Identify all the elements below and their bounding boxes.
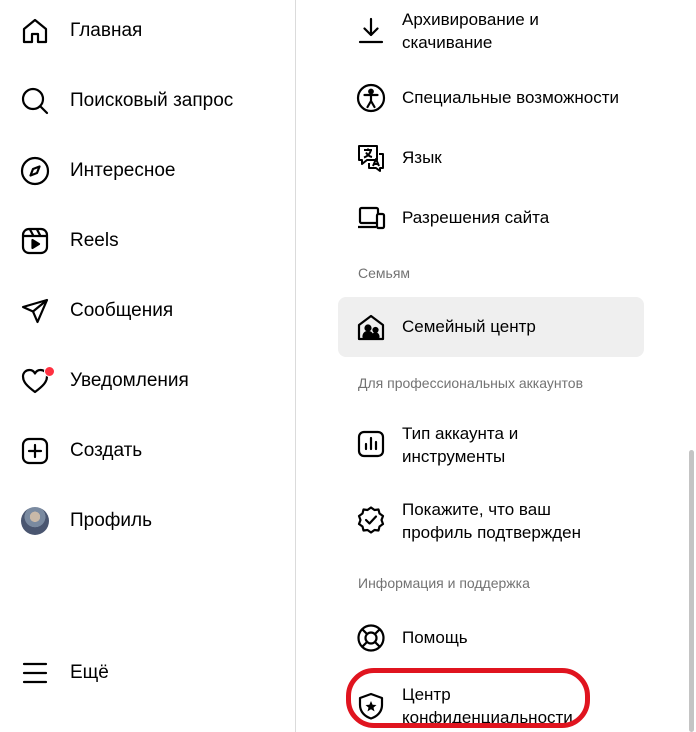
nav-label-create: Создать [70, 440, 143, 461]
compass-icon [20, 156, 50, 186]
menu-label-site-permissions: Разрешения сайта [402, 208, 550, 227]
chart-icon [356, 429, 386, 459]
language-icon [356, 143, 386, 173]
scrollbar[interactable] [689, 450, 694, 732]
nav-label-more: Ещё [70, 662, 109, 683]
menu-label-archive-download: Архивирование и скачивание [402, 10, 539, 52]
menu-item-family-center[interactable]: Семейный центр [338, 297, 644, 357]
nav-item-search[interactable]: Поисковый запрос [0, 73, 290, 129]
menu-item-account-type-tools[interactable]: Тип аккаунта и инструменты [338, 414, 644, 474]
section-title-professional: Для профессиональных аккаунтов [358, 375, 584, 391]
reels-icon [20, 226, 50, 256]
menu-item-archive-download[interactable]: Архивирование и скачивание [338, 4, 644, 58]
menu-icon [20, 658, 50, 688]
avatar [21, 507, 49, 535]
menu-label-accessibility: Специальные возможности [402, 88, 620, 107]
send-icon [20, 296, 50, 326]
home-icon [20, 16, 50, 46]
menu-item-help[interactable]: Помощь [338, 610, 644, 666]
left-navigation: Главная Поисковый запрос Интересное Reel… [0, 0, 296, 732]
settings-menu: Архивирование и скачивание Специальные в… [296, 0, 696, 732]
menu-label-account-type-tools: Тип аккаунта и инструменты [402, 424, 519, 466]
nav-label-notifications: Уведомления [70, 370, 189, 391]
menu-label-verified-profile: Покажите, что ваш профиль подтвержден [402, 500, 581, 542]
menu-label-help: Помощь [402, 628, 468, 647]
menu-item-site-permissions[interactable]: Разрешения сайта [338, 190, 644, 246]
nav-item-explore[interactable]: Интересное [0, 143, 290, 199]
accessibility-icon [356, 83, 386, 113]
nav-item-home[interactable]: Главная [0, 3, 290, 59]
nav-item-messages[interactable]: Сообщения [0, 283, 290, 339]
plus-square-icon [20, 436, 50, 466]
nav-label-reels: Reels [70, 230, 119, 251]
nav-item-profile[interactable]: Профиль [0, 493, 290, 549]
nav-label-messages: Сообщения [70, 300, 174, 321]
menu-label-privacy-center: Центр конфиденциальности [402, 685, 573, 727]
menu-item-language[interactable]: Язык [338, 130, 644, 186]
search-icon [20, 86, 50, 116]
nav-item-reels[interactable]: Reels [0, 213, 290, 269]
lifebuoy-icon [356, 623, 386, 653]
nav-label-home: Главная [70, 20, 143, 41]
verified-icon [356, 505, 386, 535]
nav-item-notifications[interactable]: Уведомления [0, 353, 290, 409]
menu-label-language: Язык [402, 148, 442, 167]
menu-item-privacy-center[interactable]: Центр конфиденциальности [338, 680, 644, 732]
download-icon [356, 16, 386, 46]
devices-icon [356, 203, 386, 233]
nav-label-profile: Профиль [70, 510, 153, 531]
menu-item-verified-profile[interactable]: Покажите, что ваш профиль подтвержден [338, 490, 644, 550]
section-title-info-support: Информация и поддержка [358, 575, 530, 591]
shield-star-icon [356, 691, 386, 721]
nav-label-explore: Интересное [70, 160, 176, 181]
section-title-family: Семьям [358, 265, 411, 281]
menu-label-family-center: Семейный центр [402, 317, 536, 336]
family-icon [356, 312, 386, 342]
nav-item-create[interactable]: Создать [0, 423, 290, 479]
nav-item-more[interactable]: Ещё [0, 645, 290, 701]
notification-dot [44, 366, 55, 377]
menu-item-accessibility[interactable]: Специальные возможности [338, 70, 644, 126]
nav-label-search: Поисковый запрос [70, 90, 234, 111]
